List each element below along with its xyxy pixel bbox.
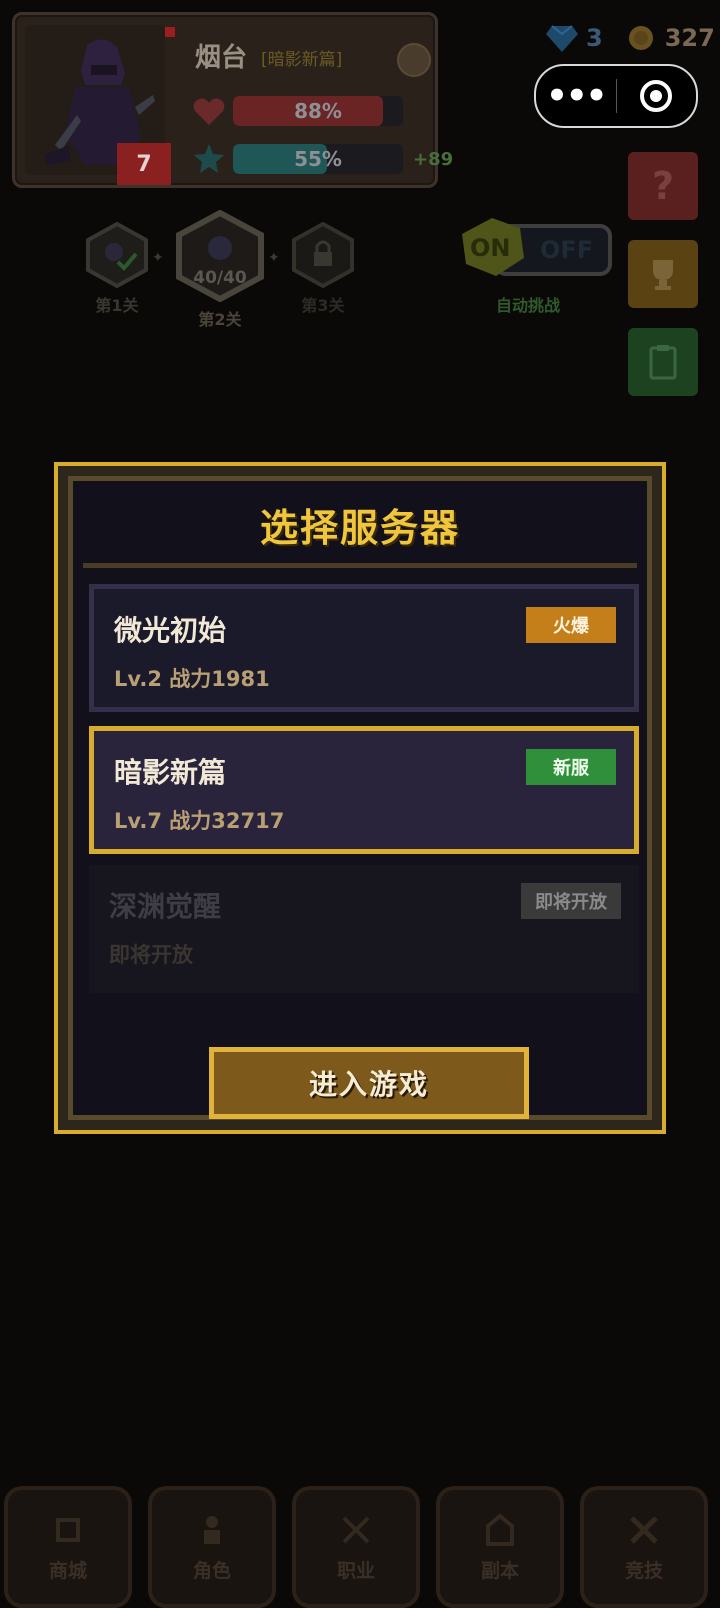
player-card[interactable]: 7 烟台 [暗影新篇] 88% 55% +89 (12, 12, 453, 188)
server-option-2[interactable]: 暗影新篇 Lv.7 战力32717 新服 (89, 726, 639, 854)
nav-label: 角色 (192, 1559, 231, 1582)
server-select-dialog: 选择服务器 微光初始 Lv.2 战力1981 火爆 暗影新篇 Lv.7 战力32… (54, 462, 666, 1134)
stage-1[interactable]: 第1关 (84, 222, 150, 316)
lock-icon (292, 222, 354, 288)
dungeon-icon (486, 1512, 514, 1546)
clipboard-icon (649, 345, 677, 380)
hp-bar: 88% (233, 96, 403, 126)
server-coming-badge: 即将开放 (521, 883, 621, 919)
dialog-panel: 选择服务器 微光初始 Lv.2 战力1981 火爆 暗影新篇 Lv.7 战力32… (68, 476, 652, 1120)
stage-2[interactable]: 40/40 第2关 (174, 210, 266, 330)
server-name: 暗影新篇 (114, 756, 227, 789)
close-program-button[interactable] (617, 78, 697, 114)
nav-label: 副本 (480, 1559, 519, 1582)
xp-bar: 55% (233, 144, 403, 174)
character-icon (204, 1515, 220, 1544)
path-dot-icon: ✦ (268, 250, 280, 266)
hp-row: 88% (191, 93, 403, 129)
dialog-title: 选择服务器 (259, 506, 460, 550)
tasks-button[interactable] (628, 328, 698, 396)
nav-label: 商城 (48, 1559, 87, 1582)
server-hot-badge: 火爆 (526, 607, 616, 643)
trophy-icon (653, 260, 673, 290)
toggle-on-label: ON (470, 234, 511, 262)
enter-game-button[interactable]: 进入游戏 (209, 1047, 529, 1119)
shop-icon (56, 1517, 80, 1542)
mini-program-capsule: ••• (534, 64, 698, 128)
player-name: 烟台 (195, 43, 248, 73)
trophy-button[interactable] (628, 240, 698, 308)
diamond-icon (546, 25, 578, 52)
hp-percent: 88% (294, 99, 342, 123)
heart-icon (193, 98, 225, 125)
stage-cleared-icon (86, 222, 148, 288)
server-new-badge: 新服 (526, 749, 616, 785)
bottom-nav: 商城 角色 职业 副本 竞技 (0, 1478, 720, 1608)
stage-3-label: 第3关 (301, 296, 345, 315)
nav-arena[interactable]: 竞技 (580, 1486, 708, 1608)
xp-row: 55% +89 (191, 141, 453, 177)
server-detail: 即将开放 (109, 943, 193, 967)
stage-current-icon (176, 210, 264, 302)
path-dot-icon: ✦ (152, 250, 164, 266)
class-icon (342, 1516, 370, 1543)
stage-1-label: 第1关 (95, 296, 139, 315)
help-icon: ? (651, 164, 675, 208)
server-option-3: 深渊觉醒 即将开放 即将开放 (89, 865, 639, 993)
help-button[interactable]: ? (628, 152, 698, 220)
nav-class[interactable]: 职业 (292, 1486, 420, 1608)
star-icon (194, 144, 224, 173)
toggle-off-label: OFF (540, 236, 594, 264)
target-icon (640, 80, 673, 112)
auto-challenge-caption: 自动挑战 (496, 296, 561, 315)
player-server-tag: [暗影新篇] (261, 50, 343, 70)
player-avatar: 7 (25, 25, 171, 185)
title-divider (83, 563, 637, 568)
nav-dungeon[interactable]: 副本 (436, 1486, 564, 1608)
server-name: 深渊觉醒 (109, 890, 222, 923)
server-option-1[interactable]: 微光初始 Lv.2 战力1981 火爆 (89, 584, 639, 712)
xp-gain: +89 (413, 148, 454, 170)
stage-2-progress: 40/40 (193, 268, 247, 288)
stage-3[interactable]: 第3关 (290, 222, 356, 316)
nav-label: 职业 (336, 1559, 375, 1582)
pin-icon[interactable] (397, 43, 431, 77)
stage-2-label: 第2关 (198, 310, 242, 329)
stage-2-node: 40/40 (174, 210, 266, 302)
xp-percent: 55% (294, 147, 342, 171)
coin-icon (628, 26, 653, 50)
stage-3-node (290, 222, 356, 288)
coin-count: 327 (664, 24, 715, 52)
nav-character[interactable]: 角色 (148, 1486, 276, 1608)
stage-1-node (84, 222, 150, 288)
player-level-badge: 7 (117, 143, 171, 185)
auto-challenge-toggle[interactable]: ON OFF (456, 214, 616, 286)
server-detail: Lv.7 战力32717 (114, 809, 285, 833)
nav-label: 竞技 (624, 1559, 663, 1582)
server-detail: Lv.2 战力1981 (114, 667, 270, 691)
server-name: 微光初始 (114, 614, 227, 647)
gem-count: 3 (586, 24, 603, 52)
more-options-button[interactable]: ••• (536, 66, 616, 126)
resources-bar: 3 327 (546, 24, 715, 52)
notification-dot (165, 27, 175, 37)
arena-icon (630, 1515, 658, 1544)
nav-shop[interactable]: 商城 (4, 1486, 132, 1608)
